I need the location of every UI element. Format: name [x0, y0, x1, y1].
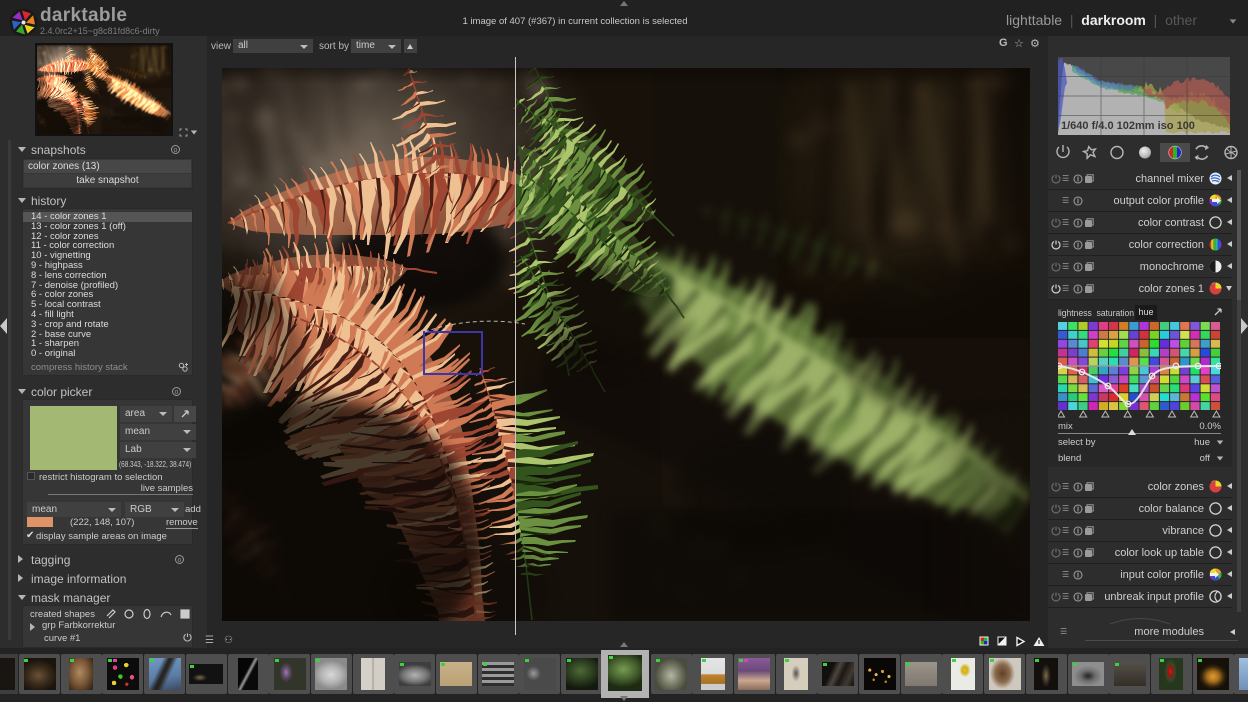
svg-text:1/640 f/4.0 102mm iso 100: 1/640 f/4.0 102mm iso 100	[1061, 120, 1195, 132]
